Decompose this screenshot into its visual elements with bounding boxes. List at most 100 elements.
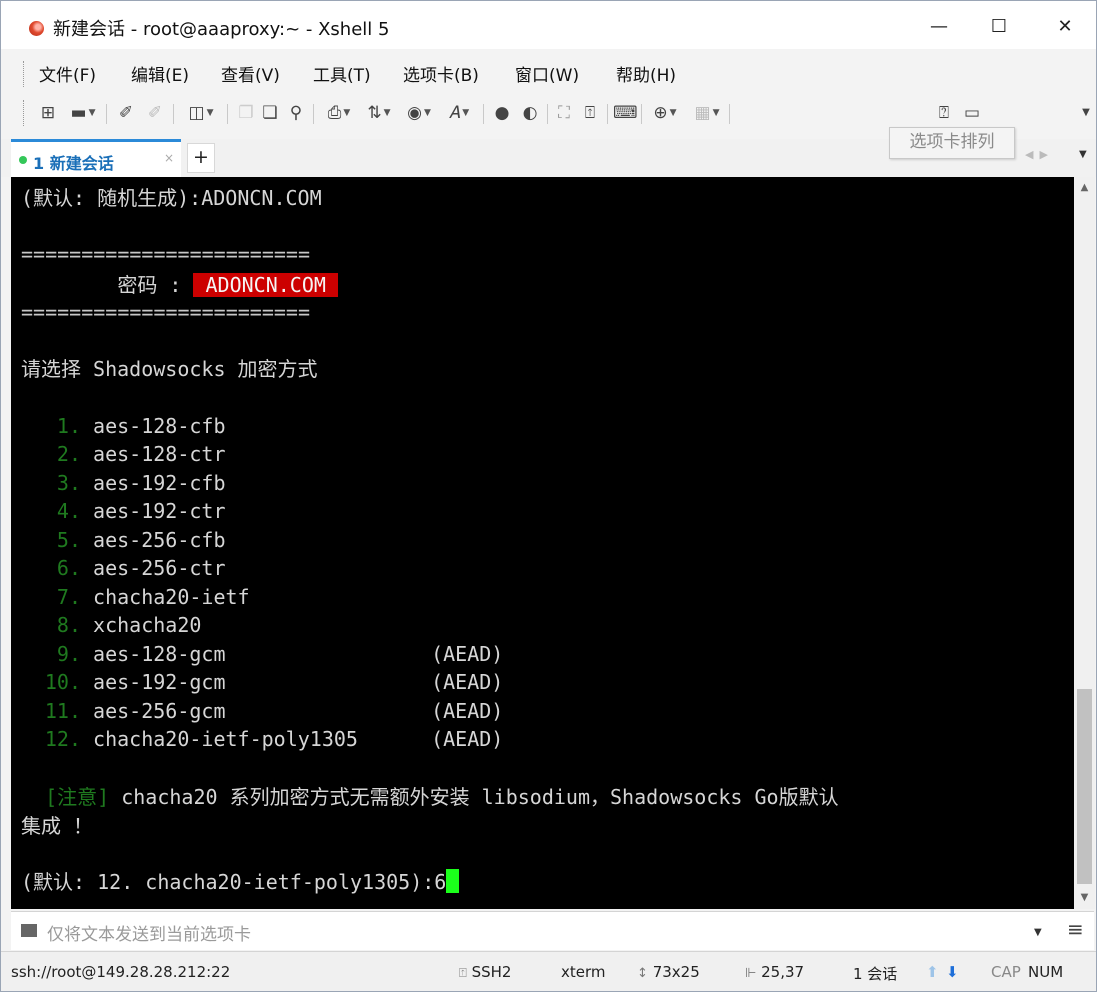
toolbar-separator	[483, 104, 484, 124]
menu-file[interactable]: 文件(F)	[39, 61, 96, 86]
new-tab-button[interactable]: +	[187, 143, 215, 173]
status-cursor-pos: ⊩ 25,37	[745, 963, 805, 981]
toolbar-separator	[547, 104, 548, 124]
option-line: 11. aes-256-gcm (AEAD)	[44, 699, 504, 723]
option-line: 1. aes-128-cfb	[56, 414, 226, 438]
minimize-button[interactable]: —	[913, 7, 965, 47]
keyboard-icon[interactable]: ⌨	[613, 102, 638, 124]
toolbar-grip	[23, 100, 26, 126]
menu-tools[interactable]: 工具(T)	[313, 61, 371, 86]
option-line: 5. aes-256-cfb	[56, 528, 226, 552]
toolbar-separator	[607, 104, 608, 124]
toolbar-separator	[227, 104, 228, 124]
scroll-down-icon[interactable]: ▼	[1074, 889, 1095, 907]
properties-icon[interactable]: ◫ ▼	[181, 102, 221, 124]
connected-status-icon	[19, 156, 27, 164]
xshell-window: 新建会话 - root@aaaproxy:~ - Xshell 5 — ☐ ✕ …	[0, 0, 1097, 992]
password-line: 密码 : ADONCN.COM	[21, 271, 338, 299]
divider-line: ========================	[21, 242, 310, 266]
new-session-icon[interactable]: ⊞	[37, 102, 59, 124]
globe-icon[interactable]: ◉ ▼	[401, 102, 437, 124]
find-icon[interactable]: ⚲	[285, 102, 307, 124]
notice-tag: [注意]	[45, 785, 110, 809]
menu-edit[interactable]: 编辑(E)	[131, 61, 189, 86]
option-line: 2. aes-128-ctr	[56, 442, 226, 466]
terminal-scrollbar[interactable]: ▲ ▼	[1074, 177, 1095, 909]
input-line[interactable]: (默认: 12. chacha20-ietf-poly1305):6	[21, 868, 460, 896]
terminal-area[interactable]: (默认: 随机生成):ADONCN.COM ==================…	[11, 177, 1074, 909]
terminal-cursor	[446, 869, 460, 893]
compose-bar[interactable]: 仅将文本发送到当前选项卡 ▼ ≡	[11, 911, 1094, 950]
compose-keyboard-icon	[21, 924, 37, 937]
download-arrow-icon: ⬇	[946, 963, 959, 981]
option-line: 12. chacha20-ietf-poly1305 (AEAD)	[44, 727, 504, 751]
tab-label: 1 新建会话	[33, 154, 114, 173]
xshell-logo-icon	[29, 21, 44, 36]
transfer-icon[interactable]: ⇅ ▼	[361, 102, 397, 124]
option-line: 6. aes-256-ctr	[56, 556, 226, 580]
compose-menu-icon[interactable]: ≡	[1067, 917, 1084, 941]
copy-icon[interactable]: ❐	[235, 102, 257, 124]
option-line: 7. chacha20-ietf	[56, 585, 250, 609]
connect-icon[interactable]: ✐	[113, 102, 139, 124]
status-size: ↕ 73x25	[637, 963, 700, 981]
menu-view[interactable]: 查看(V)	[221, 61, 280, 86]
fullscreen-icon[interactable]: ⛶	[553, 102, 575, 124]
tab-arrange-tooltip: 选项卡排列	[889, 127, 1015, 159]
compose-dropdown-icon[interactable]: ▼	[1034, 927, 1042, 938]
print-icon[interactable]: ⎙ ▼	[321, 102, 357, 124]
option-line: 4. aes-192-ctr	[56, 499, 226, 523]
status-num: NUM	[1028, 963, 1064, 981]
tab-close-icon[interactable]: ×	[164, 151, 174, 165]
lock-icon[interactable]: ⍐	[579, 102, 601, 124]
notice-text: chacha20 系列加密方式无需额外安装 libsodium，Shadowso…	[109, 785, 839, 809]
paste-icon[interactable]: ❏	[259, 102, 281, 124]
toolbar-separator	[173, 104, 174, 124]
resize-icon: ↕	[637, 966, 648, 981]
input-prompt: (默认: 12. chacha20-ietf-poly1305):6	[21, 870, 447, 894]
toolbar: ⊞ ▬ ▼ ✐ ✐ ◫ ▼ ❐ ❏ ⚲ ⎙ ▼ ⇅ ▼ ◉ ▼ 𝐴 ▼ ● ◐ ⛶ ⍐ ⌨ …	[1, 96, 1096, 130]
option-line: 10. aes-192-gcm (AEAD)	[44, 670, 504, 694]
disconnect-icon[interactable]: ✐	[143, 102, 167, 124]
tab-session-1[interactable]: 1 新建会话 ×	[11, 139, 181, 177]
toolbar-separator	[313, 104, 314, 124]
menu-grip	[23, 61, 26, 87]
layout-icon[interactable]: ▦ ▼	[689, 102, 725, 124]
scrollbar-thumb[interactable]	[1077, 689, 1092, 884]
menu-tabs[interactable]: 选项卡(B)	[403, 61, 479, 86]
status-protocol: ⍐ SSH2	[459, 963, 512, 981]
option-line: 8. xchacha20	[56, 613, 202, 637]
upload-arrow-icon: ⬆	[926, 963, 939, 981]
window-title: 新建会话 - root@aaaproxy:~ - Xshell 5	[53, 19, 390, 40]
option-line: 3. aes-192-cfb	[56, 471, 226, 495]
close-button[interactable]: ✕	[1039, 7, 1091, 47]
status-bar: ssh://root@149.28.28.212:22 ⍐ SSH2 xterm…	[1, 951, 1096, 991]
open-folder-icon[interactable]: ▬ ▼	[65, 102, 101, 124]
compose-input[interactable]: 仅将文本发送到当前选项卡	[47, 920, 251, 945]
toolbar-separator	[729, 104, 730, 124]
toolbar-separator	[106, 104, 107, 124]
lock-icon: ⍐	[459, 966, 467, 981]
xftp-icon[interactable]: ◐	[519, 102, 541, 124]
chat-icon[interactable]: ▭	[961, 102, 983, 124]
help-icon[interactable]: ⍰	[933, 102, 955, 124]
status-sessions: 1 会话	[853, 965, 898, 983]
prompt-line: 请选择 Shadowsocks 加密方式	[21, 357, 318, 381]
cursor-position-icon: ⊩	[745, 966, 757, 981]
menu-window[interactable]: 窗口(W)	[515, 61, 579, 86]
default-label-line: (默认: 随机生成):ADONCN.COM	[21, 186, 322, 210]
tab-scroll-arrows-icon[interactable]: ◀▶	[1025, 148, 1054, 161]
notice-line-2: 集成 ！	[21, 814, 94, 838]
toolbar-overflow-icon[interactable]: ▼	[1079, 102, 1093, 124]
menu-bar: 文件(F) 编辑(E) 查看(V) 工具(T) 选项卡(B) 窗口(W) 帮助(…	[1, 57, 1096, 91]
tab-list-dropdown-icon[interactable]: ▼	[1079, 149, 1087, 160]
maximize-button[interactable]: ☐	[973, 7, 1025, 47]
menu-help[interactable]: 帮助(H)	[616, 61, 676, 86]
scroll-up-icon[interactable]: ▲	[1074, 179, 1095, 197]
toolbar-separator	[641, 104, 642, 124]
status-address: ssh://root@149.28.28.212:22	[11, 963, 231, 981]
font-icon[interactable]: 𝐴 ▼	[441, 102, 477, 124]
xshell-icon[interactable]: ●	[491, 102, 513, 124]
notice-line: [注意] chacha20 系列加密方式无需额外安装 libsodium，Sha…	[21, 783, 839, 811]
add-tab-icon[interactable]: ⊕ ▼	[647, 102, 683, 124]
